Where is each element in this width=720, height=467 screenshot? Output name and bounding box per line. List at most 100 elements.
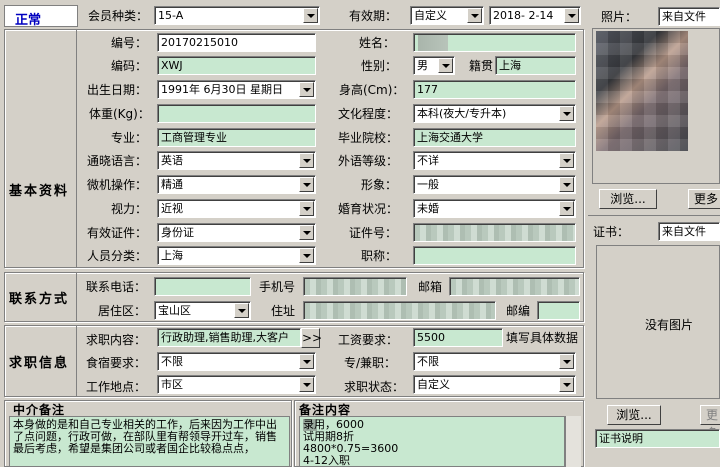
lang-label: 通晓语言： [87,154,148,168]
remark-text[interactable]: 录用，6000 试用期8折 4800*0.75=3600 4-12入职 [299,416,565,467]
phone-field[interactable] [154,277,251,296]
birth-label: 出生日期： [87,83,148,97]
email-field[interactable] [449,277,580,296]
chevron-down-icon[interactable] [559,201,574,216]
height-label: 身高(Cm)： [339,83,405,97]
salary-label: 工资要求： [338,333,399,347]
mobile-label: 手机号 [259,280,296,294]
weight-field[interactable] [157,104,316,123]
image-select[interactable]: 一般 [413,175,576,194]
id-type-select[interactable]: 身份证 [157,223,316,242]
email-label: 邮箱 [418,280,443,294]
status-select[interactable]: 自定义 [413,375,576,394]
cert-desc-field[interactable]: 证书说明 [595,429,720,448]
job-divider [76,325,77,397]
validity-select[interactable]: 自定义 [410,6,484,25]
photo-browse-button[interactable]: 浏览... [599,189,657,209]
chevron-down-icon[interactable] [559,377,574,392]
chevron-down-icon[interactable] [299,82,314,97]
vision-select[interactable]: 近视 [157,199,316,218]
parttime-select[interactable]: 不限 [413,352,576,371]
gender-select[interactable]: 男 [413,56,455,75]
marital-select[interactable]: 未婚 [413,199,576,218]
basic-divider [76,29,77,268]
address-label: 住址 [271,304,296,318]
photo-more-button[interactable]: 更多 [688,189,720,209]
zip-label: 邮编 [506,304,531,318]
salary-field[interactable]: 5500 [413,328,503,347]
remark-scrollbar[interactable] [565,416,581,467]
pc-select[interactable]: 精通 [157,175,316,194]
mobile-field[interactable] [303,277,407,296]
contact-divider [76,272,77,322]
location-select[interactable]: 市区 [157,375,316,394]
meal-select[interactable]: 不限 [157,352,316,371]
salary-hint: 填写具体数据 [506,331,579,345]
zip-field[interactable] [537,301,580,320]
photo-source-field[interactable]: 来自文件 [658,7,720,26]
major-label: 专业： [111,131,148,145]
more-content-button[interactable]: >> [301,328,322,348]
title-field[interactable] [413,246,576,265]
district-label: 居住区： [98,304,147,318]
phone-label: 联系电话： [86,280,147,294]
district-select[interactable]: 宝山区 [154,301,251,320]
validity-label: 有效期： [349,9,398,23]
chevron-down-icon[interactable] [438,58,453,73]
height-field[interactable]: 177 [413,80,576,99]
basic-section-label: 基本资料 [9,184,70,199]
address-field[interactable] [303,301,496,320]
lang-level-select[interactable]: 不详 [413,151,576,170]
name-field[interactable] [413,33,576,52]
code2-field[interactable]: XWJ [157,56,316,75]
chevron-down-icon[interactable] [559,354,574,369]
code-field[interactable]: 20170215010 [157,33,316,52]
member-type-select[interactable]: 15-A [154,6,320,25]
chevron-down-icon[interactable] [303,8,318,23]
chevron-down-icon[interactable] [234,303,249,318]
marital-label: 婚育状况： [338,202,399,216]
parttime-label: 专/兼职： [344,356,397,370]
chevron-down-icon[interactable] [564,8,579,23]
native-field[interactable]: 上海 [495,56,576,75]
chevron-down-icon[interactable] [299,153,314,168]
cert-label: 证书： [593,225,630,239]
chevron-down-icon[interactable] [299,201,314,216]
content-label: 求职内容： [86,333,147,347]
pc-label: 微机操作： [87,178,148,192]
chevron-down-icon[interactable] [299,377,314,392]
meal-label: 食宿要求： [86,356,147,370]
location-label: 工作地点： [86,380,147,394]
lang-select[interactable]: 英语 [157,151,316,170]
native-label: 籍贯 [469,59,494,73]
chevron-down-icon[interactable] [467,8,482,23]
birth-date-picker[interactable]: 1991年 6月30日 星期日 [157,80,316,99]
category-select[interactable]: 上海 [157,246,316,265]
status-label: 求职状态： [344,380,405,394]
major-field[interactable]: 工商管理专业 [157,128,316,147]
chevron-down-icon[interactable] [559,106,574,121]
cert-more-button[interactable]: 更多 [700,405,720,440]
school-field[interactable]: 上海交通大学 [413,128,576,147]
chevron-down-icon[interactable] [299,354,314,369]
validity-date-picker[interactable]: 2018- 2-14 [489,6,581,25]
vision-label: 视力： [111,202,148,216]
weight-label: 体重(Kg)： [89,107,150,121]
chevron-down-icon[interactable] [299,225,314,240]
id-no-field[interactable] [413,223,576,242]
status-text: 正常 [15,13,42,28]
school-label: 毕业院校： [338,131,399,145]
chevron-down-icon[interactable] [299,248,314,263]
edu-select[interactable]: 本科(夜大/专升本) [413,104,576,123]
chevron-down-icon[interactable] [559,153,574,168]
cert-browse-button[interactable]: 浏览... [607,405,661,425]
chevron-down-icon[interactable] [299,177,314,192]
agency-notes-text[interactable]: 本身做的是和自己专业相关的工作，后来因为工作中出了点问题，行政可做，在部队里有帮… [9,416,290,467]
code-label: 编号： [111,36,148,50]
chevron-down-icon[interactable] [559,177,574,192]
content-field[interactable]: 行政助理,销售助理,大客户 [157,328,301,347]
contact-section-label: 联系方式 [9,292,70,307]
cert-source-field[interactable]: 来自文件 [658,222,720,241]
id-no-label: 证件号： [349,226,398,240]
code2-label: 编码： [111,59,148,73]
